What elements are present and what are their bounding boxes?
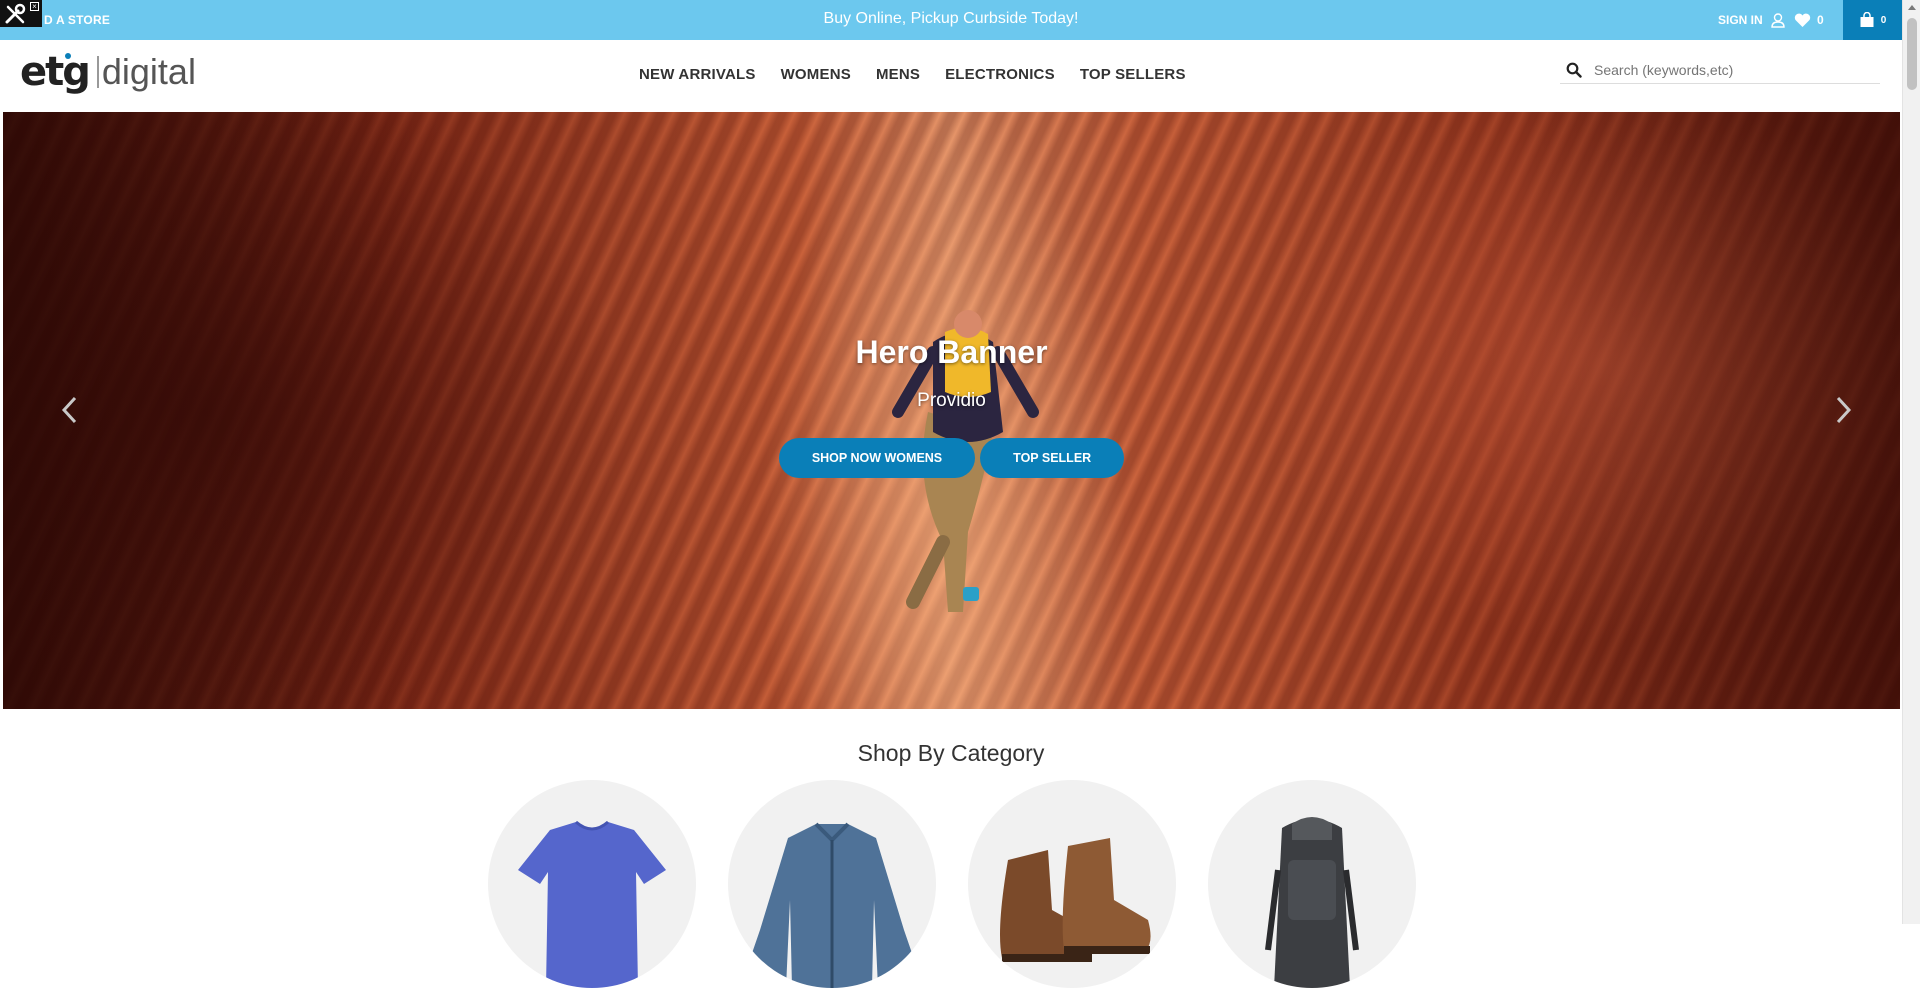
logo-etg-text: etg <box>20 49 91 95</box>
hero-title: Hero Banner <box>855 334 1048 370</box>
logo-digital-text: digital <box>101 51 196 92</box>
nav-electronics[interactable]: ELECTRONICS <box>945 66 1055 83</box>
shopping-bag-icon <box>1860 12 1874 27</box>
hero-actions: SHOP NOW WOMENS TOP SELLER <box>3 438 1900 478</box>
sign-in-label: SIGN IN <box>1718 13 1763 27</box>
wishlist-link[interactable]: 0 <box>1794 0 1824 40</box>
boot-icon <box>1000 838 1151 962</box>
search-bar <box>1560 56 1880 84</box>
promo-message: Buy Online, Pickup Curbside Today! <box>823 10 1079 27</box>
sign-in-link[interactable]: SIGN IN <box>1718 0 1785 40</box>
nav-top-sellers[interactable]: TOP SELLERS <box>1080 66 1186 83</box>
category-jacket[interactable] <box>728 780 936 988</box>
backpack-icon <box>1265 817 1359 988</box>
wishlist-count: 0 <box>1817 13 1824 27</box>
user-icon <box>1770 12 1785 28</box>
etg-digital-logo[interactable]: etg digital <box>20 50 196 94</box>
page-scrollbar[interactable] <box>1902 0 1920 924</box>
scroll-up-arrow-icon[interactable] <box>1908 5 1916 10</box>
chevron-right-icon[interactable] <box>1828 390 1858 430</box>
site-header: etg digital NEW ARRIVALS WOMENS MENS ELE… <box>0 40 1902 112</box>
cart-count: 0 <box>1880 14 1887 26</box>
logo-dot <box>64 53 71 59</box>
nav-mens[interactable]: MENS <box>876 66 920 83</box>
category-backpack[interactable] <box>1208 780 1416 988</box>
search-input[interactable] <box>1592 60 1872 79</box>
scrollbar-thumb[interactable] <box>1907 18 1917 90</box>
jacket-icon <box>740 822 924 988</box>
heart-icon <box>1794 13 1811 27</box>
shop-by-category-title: Shop By Category <box>857 740 1045 766</box>
logo-divider <box>96 56 99 88</box>
hero-banner[interactable]: Hero Banner Providio SHOP NOW WOMENS TOP… <box>3 112 1900 709</box>
category-tshirt[interactable] <box>488 780 696 988</box>
category-boots[interactable] <box>968 780 1176 988</box>
nav-womens[interactable]: WOMENS <box>781 66 851 83</box>
search-icon[interactable] <box>1566 62 1582 78</box>
shop-now-womens-button[interactable]: SHOP NOW WOMENS <box>778 438 976 478</box>
top-seller-button[interactable]: TOP SELLER <box>980 438 1125 478</box>
category-list <box>488 780 1416 988</box>
hero-subtitle: Providio <box>917 390 986 411</box>
promo-bar: × D A STORE Buy Online, Pickup Curbside … <box>0 0 1902 40</box>
nav-new-arrivals[interactable]: NEW ARRIVALS <box>639 66 756 83</box>
t-shirt-icon <box>518 820 666 988</box>
cart-button[interactable]: 0 <box>1843 0 1902 40</box>
main-nav: NEW ARRIVALS WOMENS MENS ELECTRONICS TOP… <box>639 66 1186 83</box>
chevron-left-icon[interactable] <box>55 390 85 430</box>
